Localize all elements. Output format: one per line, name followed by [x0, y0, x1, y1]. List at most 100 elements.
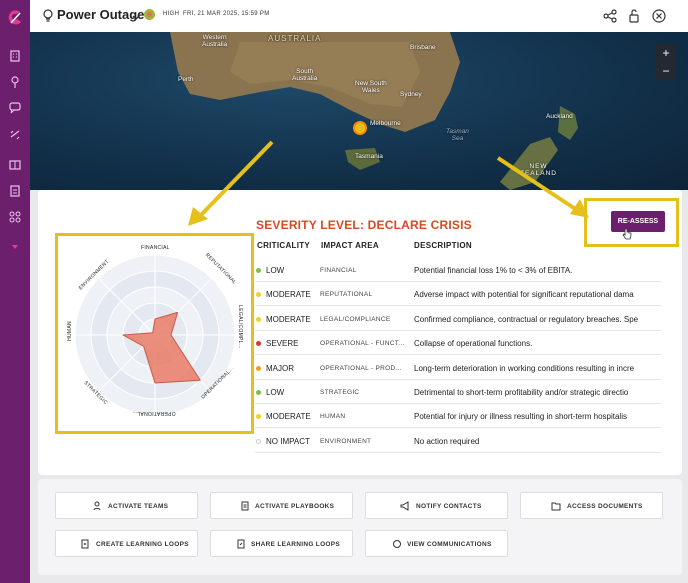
row-criticality: NO IMPACT — [266, 436, 310, 446]
row-description: Potential financial loss 1% to < 3% of E… — [414, 266, 573, 275]
severity-label: HIGH — [163, 11, 180, 17]
criticality-dot-icon — [256, 292, 261, 298]
map-label-sydney: Sydney — [400, 91, 422, 98]
map-label-brisbane: Brisbane — [410, 44, 436, 51]
share-learning-loops-label: SHARE LEARNING LOOPS — [251, 541, 341, 548]
table-row: LOW STRATEGIC Detrimental to short-term pr… — [255, 380, 661, 404]
column-header-impact-area: IMPACT AREA — [321, 241, 379, 250]
access-documents-label: ACCESS DOCUMENTS — [567, 503, 643, 510]
row-description: No action required — [414, 436, 480, 446]
close-icon[interactable] — [651, 8, 667, 24]
column-header-criticality: CRITICALITY — [257, 241, 311, 250]
view-communications-label: VIEW COMMUNICATIONS — [407, 541, 492, 548]
book-icon[interactable] — [8, 158, 22, 172]
app-logo-icon[interactable] — [5, 8, 25, 28]
table-row: MAJOR OPERATIONAL - PROD... Long-term dete… — [255, 356, 661, 380]
row-impact-area: REPUTATIONAL — [320, 291, 373, 299]
criticality-dot-icon — [256, 438, 261, 444]
row-criticality: MODERATE — [266, 412, 311, 422]
row-impact-area: LEGAL/COMPLIANCE — [320, 315, 391, 323]
row-criticality: LOW — [266, 388, 285, 397]
share-network-icon[interactable] — [602, 8, 618, 24]
criticality-dot-icon — [256, 341, 261, 347]
row-description: Confirmed compliance, contractual or reg… — [414, 314, 639, 324]
folder-icon — [551, 501, 561, 511]
link-icon[interactable] — [8, 127, 22, 141]
location-pin-icon[interactable] — [8, 75, 22, 89]
map-label-nsw: New South Wales — [355, 80, 387, 94]
radar-axis-label-human: HUMAN — [66, 321, 73, 341]
table-row: LOW FINANCIAL Potential financial loss 1% … — [255, 258, 661, 282]
row-criticality: LOW — [266, 266, 285, 275]
row-description: Detrimental to short-term profitability … — [414, 388, 629, 397]
zoom-out-button[interactable]: − — [656, 62, 676, 80]
zoom-in-button[interactable]: + — [656, 44, 676, 62]
access-documents-button[interactable]: ACCESS DOCUMENTS — [520, 492, 663, 519]
activate-playbooks-label: ACTIVATE PLAYBOOKS — [255, 503, 335, 510]
view-communications-button[interactable]: VIEW COMMUNICATIONS — [365, 530, 508, 557]
create-learning-loops-button[interactable]: CREATE LEARNING LOOPS — [55, 530, 198, 557]
activate-teams-label: ACTIVATE TEAMS — [108, 503, 169, 510]
row-impact-area: HUMAN — [320, 413, 346, 421]
lock-open-icon[interactable] — [626, 8, 642, 24]
map-label-western-australia: Western Australia — [202, 34, 228, 48]
row-impact-area: STRATEGIC — [320, 389, 360, 396]
reassess-button[interactable]: RE-ASSESS — [611, 211, 665, 232]
table-row: NO IMPACT ENVIRONMENT No action required — [255, 429, 661, 453]
severity-indicator-icon — [144, 9, 155, 20]
lightbulb-icon — [42, 8, 54, 24]
map-label-new-zealand: NEW ZEALAND — [520, 163, 557, 177]
severity-level-title: SEVERITY LEVEL: DECLARE CRISIS — [256, 218, 472, 232]
users-icon — [93, 501, 103, 511]
row-impact-area: ENVIRONMENT — [320, 437, 372, 445]
row-impact-area: OPERATIONAL - PROD... — [320, 364, 402, 372]
map-label-south-australia: South Australia — [292, 68, 318, 82]
chevron-down-icon[interactable] — [131, 10, 141, 20]
map-label-perth: Perth — [178, 76, 194, 83]
map-label-melbourne: Melbourne — [370, 120, 401, 127]
notify-contacts-label: NOTIFY CONTACTS — [416, 503, 482, 510]
share-learning-loops-button[interactable]: SHARE LEARNING LOOPS — [210, 530, 353, 557]
radar-axis-label-legal: LEGAL/COMPL... — [236, 305, 243, 349]
map-label-tasmania: Tasmania — [355, 153, 383, 160]
notify-contacts-button[interactable]: NOTIFY CONTACTS — [365, 492, 508, 519]
table-row: MODERATE LEGAL/COMPLIANCE Confirmed compli… — [255, 307, 661, 331]
clipboard-share-icon — [236, 539, 246, 549]
create-learning-loops-label: CREATE LEARNING LOOPS — [96, 541, 189, 548]
incident-map[interactable]: Western Australia AUSTRALIA Perth Brisba… — [30, 32, 688, 190]
row-impact-area: FINANCIAL — [320, 267, 357, 274]
building-icon[interactable] — [8, 49, 22, 63]
megaphone-icon — [400, 501, 410, 511]
impact-radar-chart: FINANCIAL REPUTATIONAL LEGAL/COMPL... OP… — [60, 238, 250, 428]
hand-cursor-icon — [622, 227, 632, 240]
map-label-australia: AUSTRALIA — [268, 34, 322, 43]
criticality-dot-icon — [256, 414, 261, 420]
row-criticality: MODERATE — [266, 290, 311, 300]
table-row: MODERATE HUMAN Potential for injury or ill… — [255, 404, 661, 429]
triangle-down-icon[interactable] — [8, 240, 22, 254]
map-landmass — [170, 32, 578, 190]
map-label-auckland: Auckland — [546, 113, 573, 120]
radar-axis-label-financial: FINANCIAL — [141, 245, 170, 251]
activate-playbooks-button[interactable]: ACTIVATE PLAYBOOKS — [210, 492, 353, 519]
row-description: Potential for injury or illness resultin… — [414, 412, 627, 422]
document-icon — [240, 501, 250, 511]
criticality-dot-icon — [256, 268, 261, 273]
column-header-description: DESCRIPTION — [414, 241, 472, 250]
table-row: MODERATE REPUTATIONAL Adverse impact with … — [255, 282, 661, 307]
row-description: Long-term deterioration in working condi… — [414, 363, 635, 373]
row-impact-area: OPERATIONAL - FUNCT... — [320, 340, 405, 348]
incident-timestamp: FRI, 21 MAR 2025, 15:59 PM — [183, 11, 270, 17]
chat-icon[interactable] — [8, 100, 22, 114]
grid-icon[interactable] — [8, 210, 22, 224]
criticality-dot-icon — [256, 390, 261, 395]
activate-teams-button[interactable]: ACTIVATE TEAMS — [55, 492, 198, 519]
header-bar: Power Outage HIGH FRI, 21 MAR 2025, 15:5… — [30, 0, 688, 32]
clipboard-icon[interactable] — [8, 184, 22, 198]
row-criticality: MAJOR — [266, 363, 294, 373]
table-row: SEVERE OPERATIONAL - FUNCT... Collapse of … — [255, 331, 661, 356]
map-label-tasman-sea: Tasman Sea — [446, 128, 469, 142]
criticality-dot-icon — [256, 365, 261, 371]
clipboard-add-icon — [80, 539, 90, 549]
chat-bubble-icon — [392, 539, 402, 549]
